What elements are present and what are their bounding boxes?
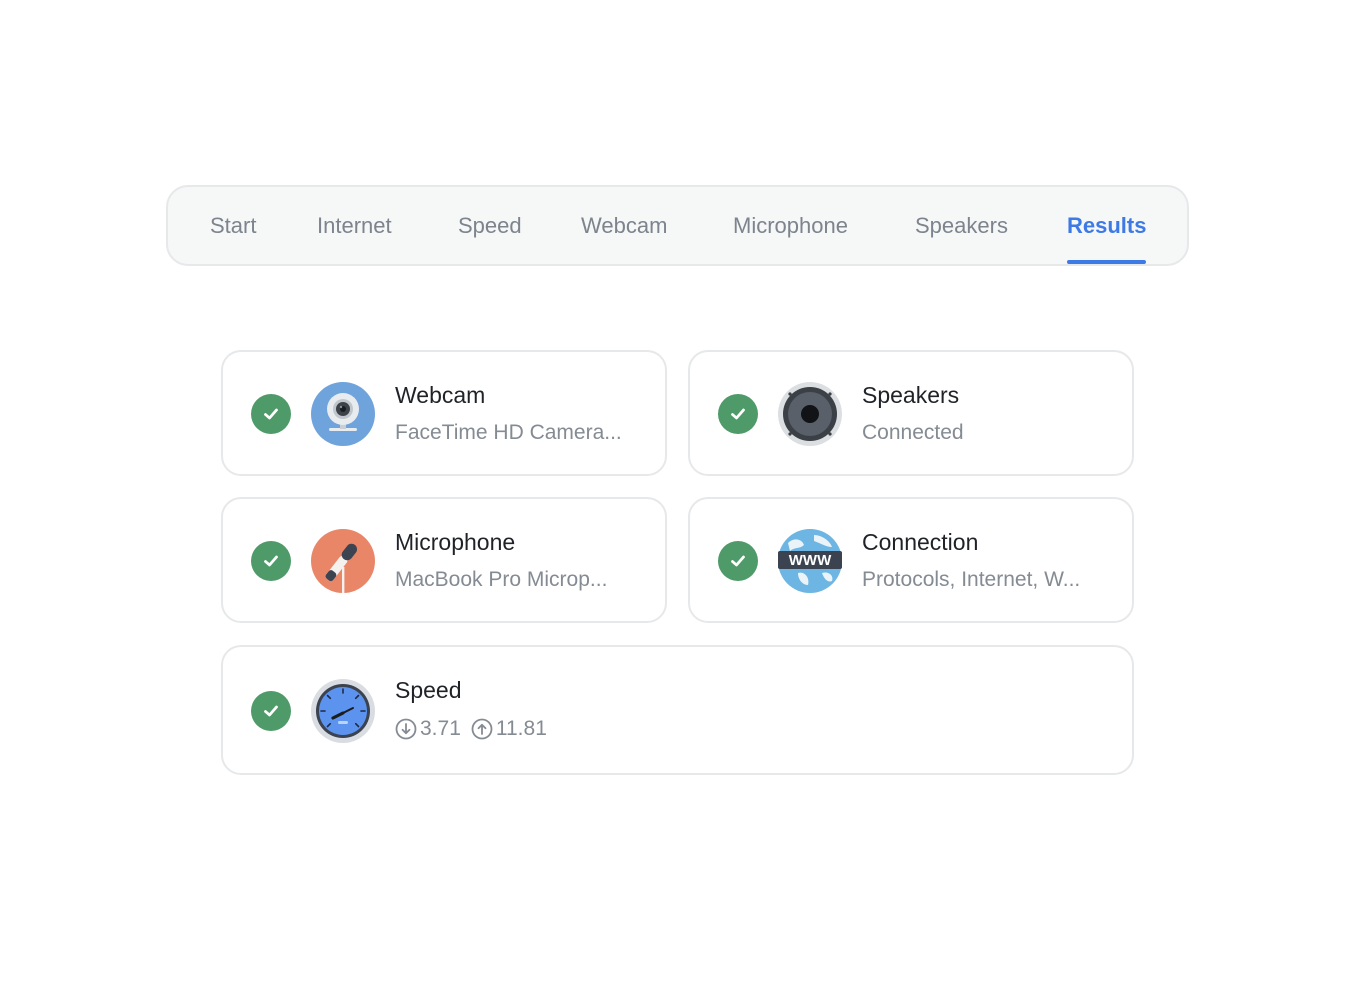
result-title: Webcam [395, 382, 486, 408]
result-subtitle: FaceTime HD Camera... [395, 421, 622, 444]
result-card-connection: WWW Connection Protocols, Internet, W... [688, 497, 1134, 623]
result-title: Speakers [862, 382, 960, 408]
tab-speed[interactable]: Speed [458, 187, 522, 264]
tab-results[interactable]: Results [1067, 187, 1147, 264]
result-subtitle: Connected [862, 421, 964, 444]
tab-internet[interactable]: Internet [317, 187, 392, 264]
check-icon [718, 541, 758, 581]
check-icon [251, 691, 291, 731]
result-title: Speed [395, 677, 462, 703]
results-page: Start Internet Speed Webcam Microphone S… [0, 0, 1360, 1002]
result-subtitle: Protocols, Internet, W... [862, 568, 1081, 591]
speaker-icon [778, 382, 842, 446]
upload-speed-value: 11.81 [495, 717, 547, 740]
tab-speakers[interactable]: Speakers [915, 187, 1008, 264]
check-icon [251, 541, 291, 581]
tab-microphone[interactable]: Microphone [733, 187, 848, 264]
result-card-microphone: Microphone MacBook Pro Microp... [221, 497, 667, 623]
speed-values: 3.71 11.81 [395, 717, 557, 741]
webcam-icon [311, 382, 375, 446]
check-icon [251, 394, 291, 434]
result-title: Microphone [395, 529, 516, 555]
tab-webcam[interactable]: Webcam [581, 187, 667, 264]
globe-www-icon: WWW [778, 529, 842, 593]
download-speed-value: 3.71 [420, 717, 461, 740]
result-card-webcam: Webcam FaceTime HD Camera... [221, 350, 667, 476]
download-arrow-icon [395, 718, 417, 740]
result-title: Connection [862, 529, 979, 555]
result-card-speed: Speed 3.71 11.81 [221, 645, 1134, 775]
upload-arrow-icon [471, 718, 493, 740]
result-subtitle: MacBook Pro Microp... [395, 568, 608, 591]
tab-start[interactable]: Start [210, 187, 256, 264]
microphone-icon [311, 529, 375, 593]
check-icon [718, 394, 758, 434]
svg-text:WWW: WWW [789, 552, 832, 569]
result-card-speakers: Speakers Connected [688, 350, 1134, 476]
speedometer-icon [311, 679, 375, 743]
test-steps-tabbar: Start Internet Speed Webcam Microphone S… [166, 185, 1189, 266]
